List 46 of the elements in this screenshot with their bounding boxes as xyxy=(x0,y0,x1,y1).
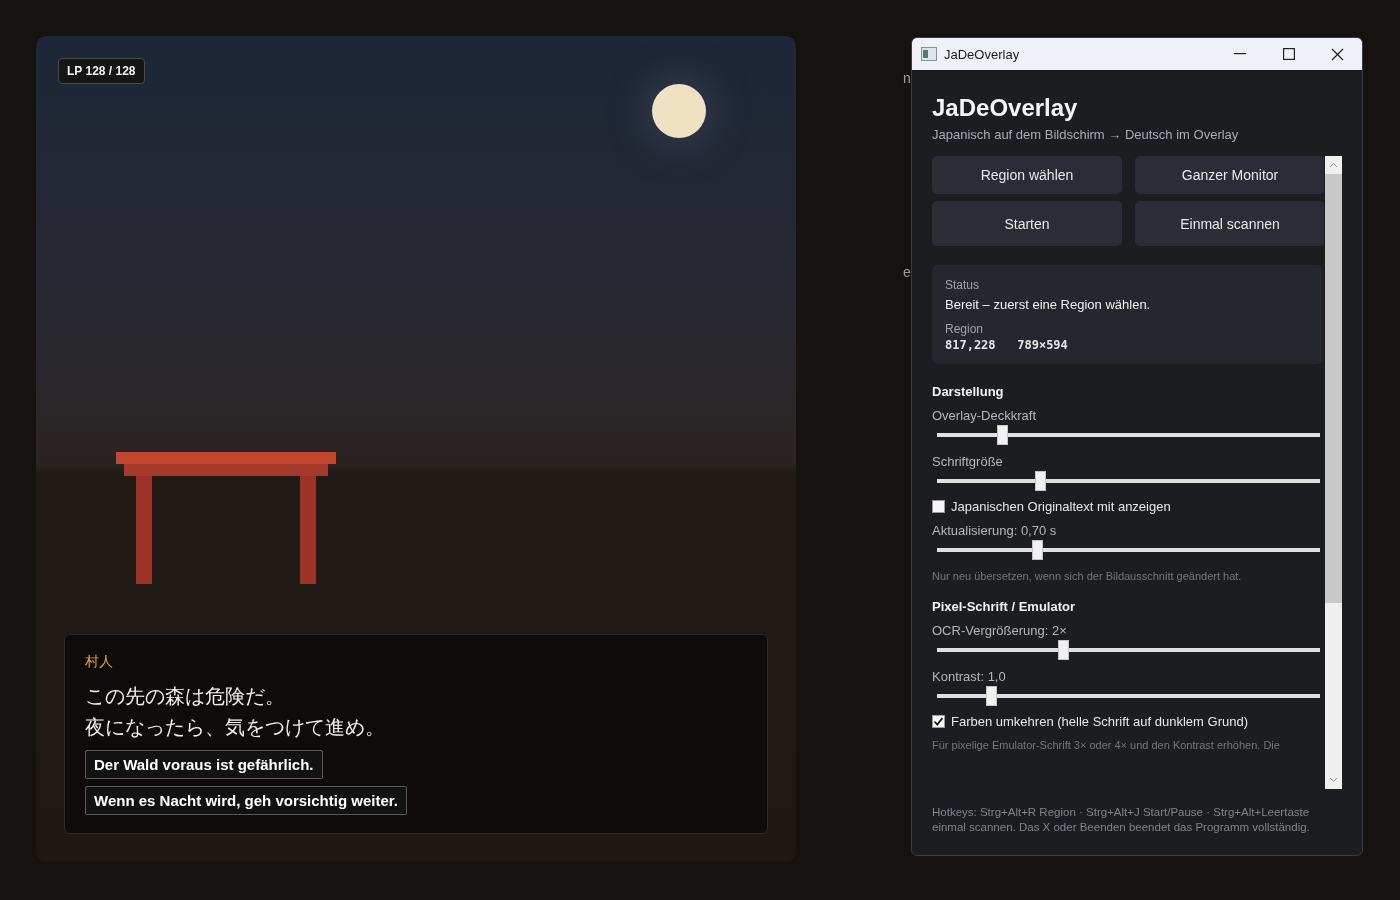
hotkeys-text: Hotkeys: Strg+Alt+R Region · Strg+Alt+J Start/Pause · Strg+Alt+Leertaste einmal scannen. Das X oder Beenden beendet das Programm vollständig. xyxy=(932,805,1311,835)
moon-drawing xyxy=(652,84,706,138)
speaker-name: 村人 xyxy=(85,653,113,671)
slider-label: Schriftgröße xyxy=(932,454,1004,469)
checkmark-icon xyxy=(933,716,944,727)
scrollbar-thumb[interactable] xyxy=(1325,174,1342,603)
region-label: Region xyxy=(945,322,984,336)
action-button[interactable]: Einmal scannen xyxy=(1135,201,1324,246)
slider-thumb[interactable] xyxy=(1035,471,1047,491)
maximize-icon xyxy=(1282,48,1295,60)
action-button[interactable]: Region wählen xyxy=(932,156,1122,194)
checkbox[interactable] xyxy=(932,500,945,513)
action-button[interactable]: Starten xyxy=(932,201,1122,246)
status-label: Status xyxy=(945,278,980,292)
window-title: JaDeOverlay xyxy=(944,46,1021,62)
section-heading: Darstellung xyxy=(932,384,1005,399)
checkbox-label: Farben umkehren (helle Schrift auf dunklem Grund) xyxy=(951,714,1248,729)
slider-label: Kontrast: 1,0 xyxy=(932,669,1007,684)
minimize-icon xyxy=(1233,53,1246,55)
slider-label: OCR-Vergrößerung: 2× xyxy=(932,623,1068,638)
hp-badge: LP 128 / 128 xyxy=(58,58,145,84)
slider-thumb[interactable] xyxy=(1031,540,1043,560)
action-button[interactable]: Ganzer Monitor xyxy=(1135,156,1324,194)
hint-text: Nur neu übersetzen, wenn sich der Bildausschnitt geändert hat. xyxy=(932,570,1243,582)
slider-thumb[interactable] xyxy=(997,425,1009,445)
hint-text: Für pixelige Emulator-Schrift 3× oder 4× und den Kontrast erhöhen. Die xyxy=(932,739,1281,751)
slider-label: Overlay-Deckkraft xyxy=(932,408,1038,423)
close-icon xyxy=(1331,47,1344,61)
checkbox[interactable] xyxy=(932,715,945,728)
section-heading: Pixel-Schrift / Emulator xyxy=(932,599,1077,614)
dialog-line: 夜になったら、気をつけて進め。 xyxy=(85,714,385,741)
status-value: Bereit – zuerst eine Region wählen. xyxy=(945,297,1151,312)
checkbox-label: Japanischen Originaltext mit anzeigen xyxy=(951,499,1171,514)
dialog-line: この先の森は危険だ。 xyxy=(85,683,285,710)
slider-label: Aktualisierung: 0,70 s xyxy=(932,523,1058,538)
app-subtitle: Japanisch auf dem Bildschirm → Deutsch im Overlay xyxy=(932,127,1240,142)
translation-label: Wenn es Nacht wird, geh vorsichtig weiter. xyxy=(85,786,407,815)
translation-label: Der Wald voraus ist gefährlich. xyxy=(85,750,323,779)
app-title: JaDeOverlay xyxy=(932,94,1079,122)
app-icon xyxy=(921,47,937,61)
slider-thumb[interactable] xyxy=(985,686,997,706)
region-value: 817,228 789×594 xyxy=(945,338,1068,352)
background-text: e xyxy=(903,264,912,280)
scrollbar[interactable] xyxy=(1325,156,1342,789)
background-text: n xyxy=(903,70,912,86)
slider-thumb[interactable] xyxy=(1058,640,1070,660)
